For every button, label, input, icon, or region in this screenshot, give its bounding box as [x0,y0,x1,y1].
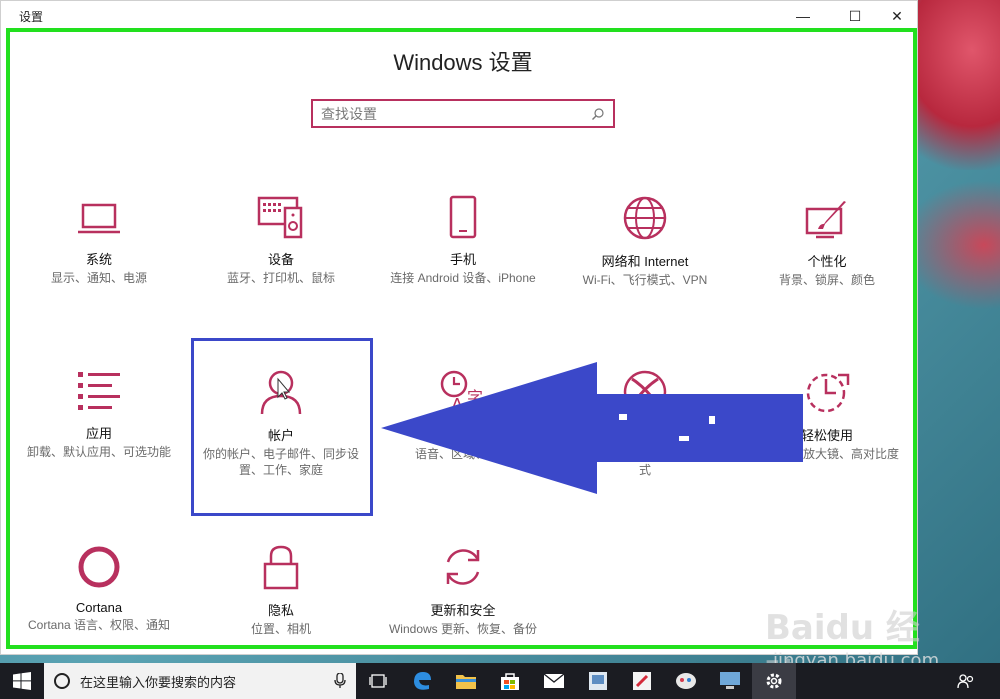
settings-window: 设置 — ☐ ✕ Windows 设置 查找设置 系统 显示、通知、电源 设备 … [0,0,918,655]
windows-logo-icon [13,672,31,690]
tile-label: 隐私 [267,603,294,618]
svg-text:A: A [451,395,464,415]
laptop-icon [78,203,120,234]
photos-button[interactable] [576,663,620,699]
tile-system[interactable]: 系统 显示、通知、电源 [9,199,189,286]
settings-taskbar-button[interactable] [752,663,796,699]
tile-privacy[interactable]: 隐私 位置、相机 [191,544,371,637]
tile-description: 你的帐户、电子邮件、同步设置、工作、家庭 [202,447,359,477]
tile-description: 讲述人、放大镜、高对比度 [754,447,899,461]
taskbar-search-placeholder: 在这里输入你要搜索的内容 [80,674,237,690]
task-view-button[interactable] [356,663,400,699]
tile-ease-of-access[interactable]: 轻松使用 讲述人、放大镜、高对比度 [737,369,917,462]
photos-icon [589,672,607,690]
tile-label: Cortana [75,600,123,615]
time-language-icon: A 字 [440,370,483,415]
tile-label: 游戏 [631,428,658,443]
tile-label: 设备 [267,252,294,267]
tile-label: 手机 [449,252,476,267]
edge-button[interactable] [400,663,444,699]
tile-phone[interactable]: 手机 连接 Android 设备、iPhone [373,195,553,286]
tile-description: 卸载、默认应用、可选功能 [26,445,171,459]
ease-of-access-icon [806,373,850,413]
search-input[interactable]: 查找设置 [311,99,615,128]
cortana-icon [78,546,120,588]
maximize-button[interactable]: ☐ [832,1,878,31]
remote-desktop-button[interactable] [708,663,752,699]
mail-icon [543,673,565,688]
tile-description: Wi-Fi、飞行模式、VPN [582,273,708,287]
apps-list-icon [78,372,120,410]
update-icon [446,549,480,585]
search-placeholder: 查找设置 [321,105,377,122]
devices-icon [257,196,303,239]
tile-cortana[interactable]: Cortana Cortana 语言、权限、通知 [9,544,189,633]
people-button[interactable] [944,663,988,699]
xbox-icon [623,370,667,414]
close-icon: ✕ [891,7,903,24]
mail-button[interactable] [532,663,576,699]
edge-icon [414,672,431,690]
search-icon [592,107,604,120]
tile-description: Windows 更新、恢复、备份 [388,622,537,636]
maximize-icon: ☐ [848,7,862,24]
tile-personalization[interactable]: 个性化 背景、锁屏、颜色 [737,199,917,288]
tile-description: 语音、区域、日期 [414,447,511,461]
tile-label: 网络和 Internet [601,254,689,269]
tile-label: 帐户 [267,428,294,443]
page-title: Windows 设置 [393,50,533,75]
tile-description: 蓝牙、打印机、鼠标 [226,271,335,285]
minimize-button[interactable]: — [780,1,826,31]
tile-label: 个性化 [807,254,847,269]
tile-update-security[interactable]: 更新和安全 Windows 更新、恢复、备份 [373,544,553,637]
baidu-watermark: Baidu 经验 jingyan.baidu.com [765,590,945,697]
remote-desktop-icon [720,672,740,689]
tile-description: 背景、锁屏、颜色 [778,273,875,287]
tile-label: 时间和语言 [430,428,496,443]
tile-label: 轻松使用 [800,428,853,443]
lock-icon [263,545,299,590]
game-app-button[interactable] [664,663,708,699]
game-app-icon [676,673,696,689]
file-explorer-button[interactable] [444,663,488,699]
title-bar[interactable]: 设置 — ☐ ✕ [1,1,917,31]
paint-app-button[interactable] [620,663,664,699]
file-explorer-icon [456,675,476,689]
close-button[interactable]: ✕ [874,1,920,31]
phone-icon [449,195,477,239]
task-view-icon [369,674,387,688]
microphone-icon[interactable] [334,673,346,689]
tile-description: 游戏栏、DVR、广播、游戏模式 [566,447,724,477]
tile-description: Cortana 语言、权限、通知 [27,618,171,632]
tile-gaming[interactable]: 游戏 游戏栏、DVR、广播、游戏模式 [555,369,735,478]
taskbar: 在这里输入你要搜索的内容 [0,663,1000,699]
taskbar-search-box[interactable]: 在这里输入你要搜索的内容 [44,663,356,699]
window-title: 设置 [19,9,44,24]
people-icon [957,674,974,689]
tile-description: 显示、通知、电源 [50,271,147,285]
tile-label: 系统 [85,252,112,267]
paint-app-icon [633,672,651,690]
tile-label: 应用 [85,426,112,441]
tile-description: 位置、相机 [250,622,311,636]
cortana-circle-icon [54,673,70,689]
tile-label: 更新和安全 [430,603,496,618]
paint-icon [805,201,846,239]
tile-description: 连接 Android 设备、iPhone [390,271,536,285]
globe-icon [623,196,667,240]
store-button[interactable] [488,663,532,699]
minimize-icon: — [796,8,810,24]
tile-accounts[interactable]: 帐户 你的帐户、电子邮件、同步设置、工作、家庭 [191,369,371,478]
start-button[interactable] [0,663,44,699]
tile-devices[interactable]: 设备 蓝牙、打印机、鼠标 [191,195,371,286]
person-icon [260,370,302,415]
store-icon [501,673,519,690]
tile-apps[interactable]: 应用 卸载、默认应用、可选功能 [9,369,189,460]
tile-network[interactable]: 网络和 Internet Wi-Fi、飞行模式、VPN [555,195,735,288]
tile-time-language[interactable]: A 字 时间和语言 语音、区域、日期 [373,369,553,462]
svg-text:字: 字 [467,388,483,407]
settings-gear-icon [766,673,782,689]
